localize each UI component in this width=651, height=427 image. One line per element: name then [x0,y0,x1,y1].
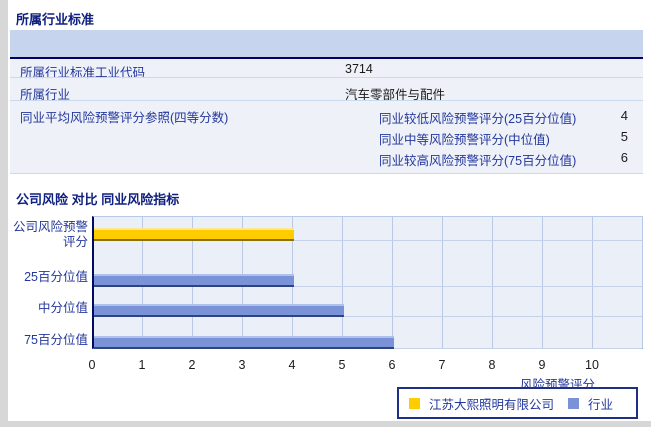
legend-swatch-industry [568,397,580,409]
x-tick-label: 10 [585,358,599,372]
legend-swatch-company [409,397,420,409]
category-label: 中分位值 [37,301,88,315]
x-tick-label: 2 [188,358,196,372]
quartile-line: 同业较高风险预警评分(75百分位值) 6 [10,146,643,168]
industry-standard-table: 所属行业标准工业代码 3714 所属行业 汽车零部件与配件 同业平均风险预警评分… [10,30,643,174]
table-header-band [10,30,643,59]
gridline [342,217,343,348]
quartile-line: 同业中等风险预警评分(中位值) 5 [10,125,643,147]
x-tick-label: 6 [388,358,396,372]
legend-label-company: 江苏大熙照明有限公司 [429,397,555,412]
gridline [442,217,443,348]
legend-label-industry: 行业 [588,397,614,412]
chart-legend: 江苏大熙照明有限公司 行业 [397,387,638,419]
x-tick-label: 4 [288,358,296,372]
bar-chart-plot-area [92,216,643,349]
x-tick-label: 3 [238,358,246,372]
bar-industry [94,304,344,317]
bar-company [94,228,294,241]
quartile-value: 5 [620,129,628,144]
left-frame-strip [0,0,8,427]
industry-section-title: 所属行业标准 [16,12,95,27]
gridline [592,217,593,348]
gridline [542,217,543,348]
category-label: 公司风险预警评分 [12,220,88,249]
x-tick-label: 9 [538,358,546,372]
bar-industry [94,274,294,287]
quartile-value: 6 [620,150,628,165]
x-tick-label: 8 [488,358,496,372]
bar-industry [94,336,394,349]
table-row: 所属行业标准工业代码 3714 [10,59,643,80]
table-row-quartiles: 同业平均风险预警评分参照(四等分数) 同业较低风险预警评分(25百分位值) 4 … [10,100,643,173]
gridline [492,217,493,348]
bottom-frame-strip [8,421,651,427]
x-tick-label: 0 [88,358,96,372]
x-tick-label: 7 [438,358,446,372]
x-tick-label: 5 [338,358,346,372]
category-label: 75百分位值 [24,333,88,347]
table-row: 所属行业 汽车零部件与配件 [10,77,643,102]
x-tick-label: 1 [138,358,146,372]
gridline [392,217,393,348]
category-label: 25百分位值 [24,270,88,284]
chart-section-title: 公司风险 对比 同业风险指标 [16,192,180,207]
quartile-value: 4 [620,108,628,123]
row-value: 3714 [345,62,373,76]
quartile-line: 同业较低风险预警评分(25百分位值) 4 [10,104,643,126]
